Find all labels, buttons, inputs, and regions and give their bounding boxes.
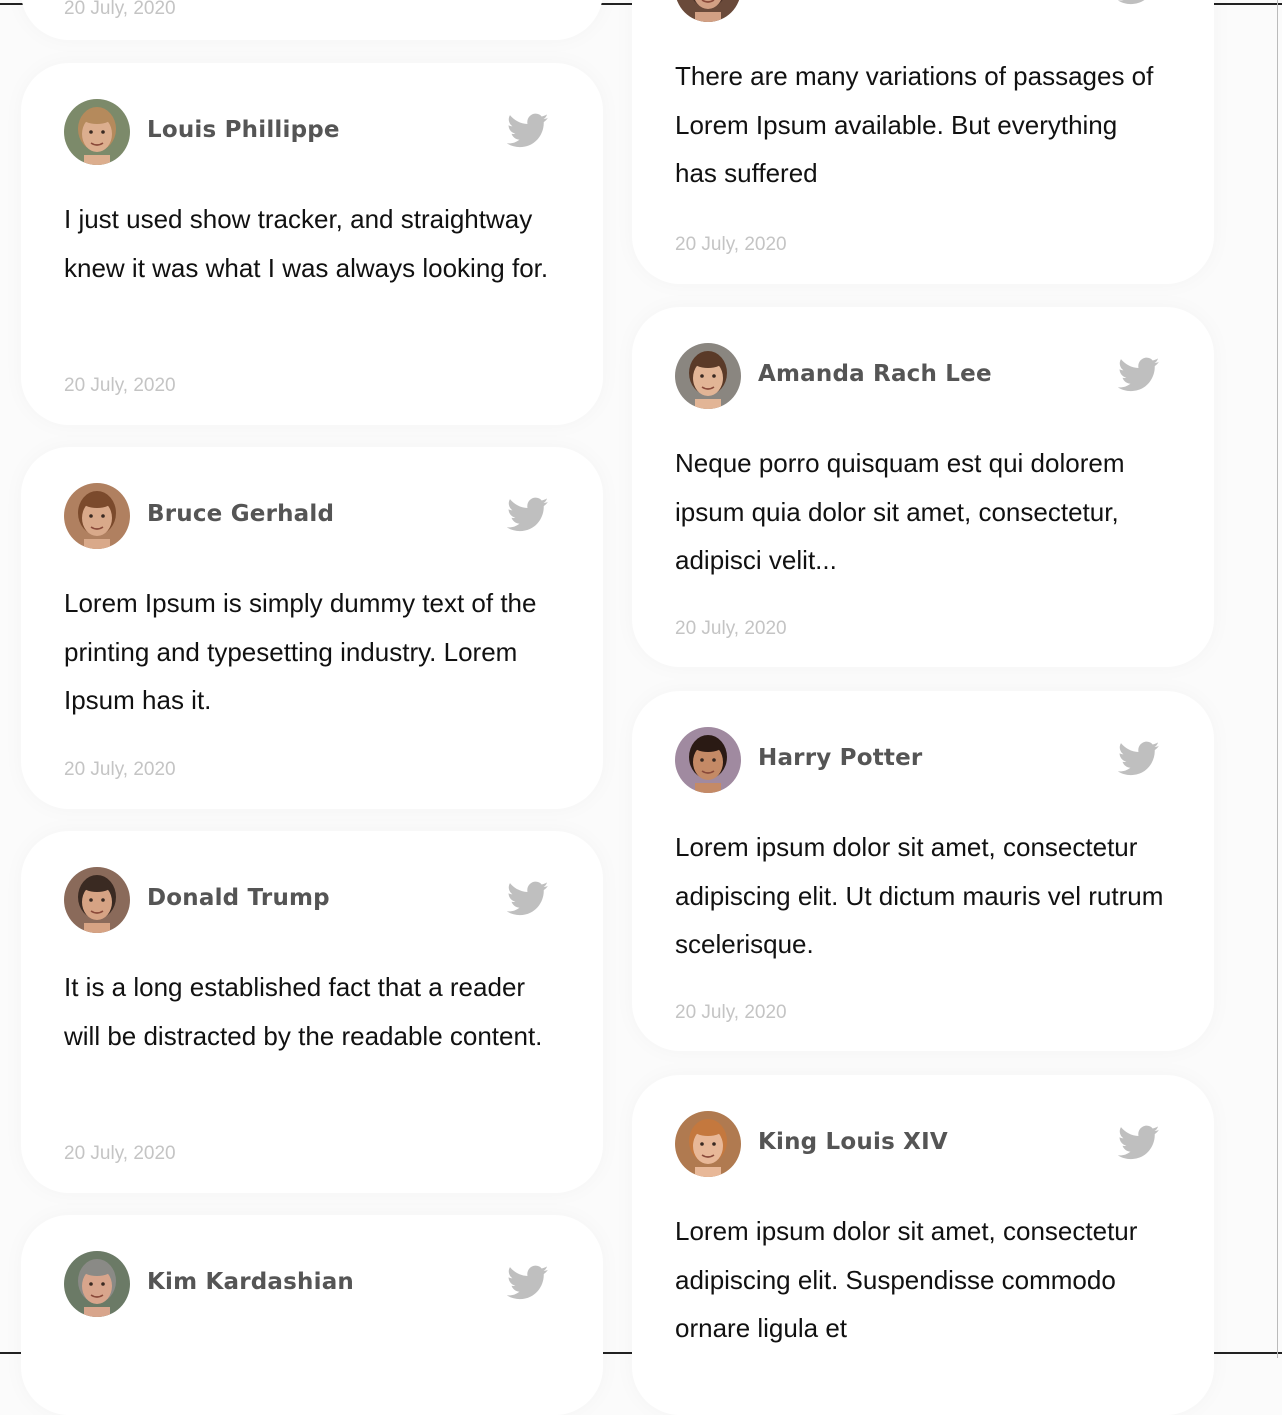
author-name[interactable]: Kim Kardashian: [147, 1269, 354, 1295]
author-name[interactable]: Donald Trump: [147, 885, 330, 911]
author-name[interactable]: Louis Phillippe: [147, 117, 340, 143]
testimonial-card: There are many variations of passages of…: [632, 0, 1214, 284]
twitter-icon[interactable]: [506, 1265, 549, 1301]
twitter-icon[interactable]: [506, 497, 549, 533]
twitter-icon[interactable]: [1117, 1125, 1160, 1161]
post-date: 20 July, 2020: [64, 0, 176, 19]
author-name[interactable]: Harry Potter: [758, 745, 922, 771]
testimonial-text: Lorem Ipsum is simply dummy text of the …: [64, 588, 537, 715]
avatar: [675, 1111, 741, 1177]
twitter-icon[interactable]: [1117, 0, 1160, 6]
testimonial-card: Amanda Rach Lee Neque porro quisquam est…: [632, 307, 1214, 667]
avatar: [64, 99, 130, 165]
testimonial-card: 20 July, 2020: [21, 0, 603, 40]
testimonial-text: Neque porro quisquam est qui dolorem ips…: [675, 448, 1125, 575]
testimonial-text: There are many variations of passages of…: [675, 61, 1154, 188]
testimonial-text: Lorem ipsum dolor sit amet, consectetur …: [675, 832, 1164, 959]
author-name[interactable]: Amanda Rach Lee: [758, 361, 992, 387]
twitter-icon[interactable]: [1117, 741, 1160, 777]
author-name[interactable]: Bruce Gerhald: [147, 501, 334, 527]
card-header: Louis Phillippe: [64, 99, 563, 165]
post-date: 20 July, 2020: [64, 1143, 176, 1164]
post-date: 20 July, 2020: [64, 375, 176, 396]
testimonial-text: It is a long established fact that a rea…: [64, 972, 543, 1051]
testimonial-text: I just used show tracker, and straightwa…: [64, 204, 549, 283]
right-border: [1277, 0, 1278, 1358]
card-header: Kim Kardashian: [64, 1251, 563, 1317]
card-header: Donald Trump: [64, 867, 563, 933]
twitter-icon[interactable]: [1117, 357, 1160, 393]
avatar: [675, 343, 741, 409]
avatar: [675, 0, 741, 22]
avatar: [64, 483, 130, 549]
avatar: [64, 867, 130, 933]
testimonial-card: Donald Trump It is a long established fa…: [21, 831, 603, 1193]
card-header: Harry Potter: [675, 727, 1174, 793]
avatar: [64, 1251, 130, 1317]
card-header: King Louis XIV: [675, 1111, 1174, 1177]
post-date: 20 July, 2020: [64, 759, 176, 780]
testimonial-card: Kim Kardashian: [21, 1215, 603, 1415]
post-date: 20 July, 2020: [675, 234, 787, 255]
card-header: [675, 0, 1174, 22]
avatar: [675, 727, 741, 793]
card-header: Bruce Gerhald: [64, 483, 563, 549]
twitter-icon[interactable]: [506, 881, 549, 917]
author-name[interactable]: King Louis XIV: [758, 1129, 948, 1155]
testimonial-card: Bruce Gerhald Lorem Ipsum is simply dumm…: [21, 447, 603, 809]
post-date: 20 July, 2020: [675, 1002, 787, 1023]
twitter-icon[interactable]: [506, 113, 549, 149]
testimonial-card: Louis Phillippe I just used show tracker…: [21, 63, 603, 425]
card-header: Amanda Rach Lee: [675, 343, 1174, 409]
testimonial-text: Lorem ipsum dolor sit amet, consectetur …: [675, 1216, 1138, 1343]
post-date: 20 July, 2020: [675, 618, 787, 639]
testimonial-card: Harry Potter Lorem ipsum dolor sit amet,…: [632, 691, 1214, 1051]
testimonial-card: King Louis XIV Lorem ipsum dolor sit ame…: [632, 1075, 1214, 1415]
